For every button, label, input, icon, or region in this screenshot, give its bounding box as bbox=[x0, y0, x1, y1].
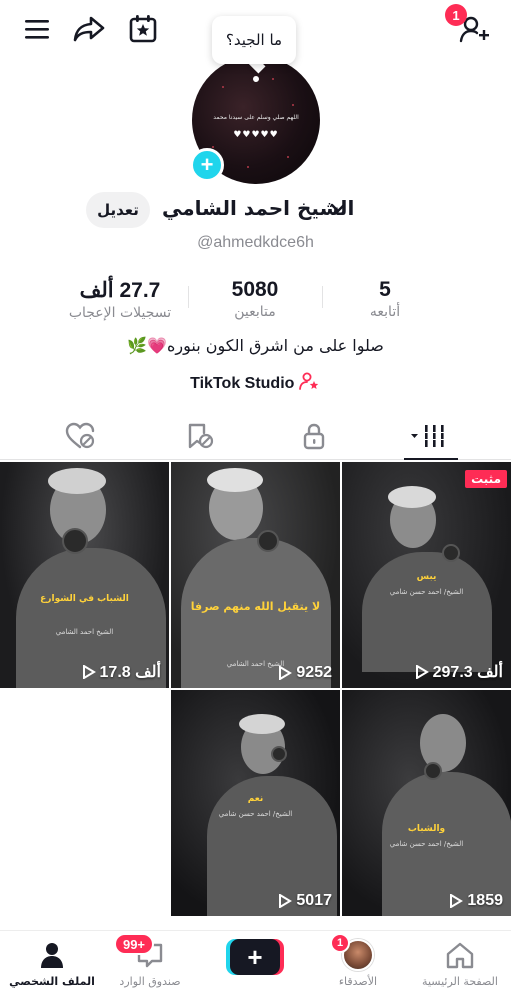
hamburger-icon[interactable] bbox=[20, 12, 54, 46]
share-icon[interactable] bbox=[72, 12, 106, 46]
nav-friends-label: الأصدقاء bbox=[338, 975, 378, 988]
view-count: 9252 bbox=[171, 664, 332, 682]
display-name[interactable]: الشيخ احمد الشامي bbox=[162, 196, 354, 220]
add-avatar-button[interactable]: + bbox=[190, 148, 224, 182]
username-handle: @ahmedkdce6h bbox=[197, 234, 314, 251]
video-subcaption: الشيخ/ احمد حسن شامي bbox=[218, 810, 293, 818]
tab-favorites[interactable] bbox=[180, 420, 220, 452]
view-count-text: 9252 bbox=[296, 664, 332, 681]
play-icon bbox=[279, 894, 293, 908]
following-count: 5 bbox=[379, 278, 391, 301]
following-label: أتابعه bbox=[369, 304, 401, 320]
followers-label: متابعين bbox=[234, 304, 276, 320]
view-count-text: 5017 bbox=[296, 892, 332, 909]
likes-stat[interactable]: 27.7 ألف تسجيلات الإعجاب bbox=[60, 278, 180, 321]
play-icon bbox=[279, 666, 293, 680]
avatar-caption: اللهم صلي وسلم على سيدنا محمد bbox=[213, 114, 299, 121]
video-thumbnail[interactable]: الشباب في الشوارع الشيخ احمد الشامي 17.8… bbox=[0, 462, 169, 688]
video-thumbnail[interactable]: لا يتقبل الله منهم صرفا الشيخ احمد الشام… bbox=[171, 462, 340, 688]
tiktok-studio-link[interactable]: TikTok Studio bbox=[0, 372, 511, 393]
following-stat[interactable]: 5 أتابعه bbox=[345, 278, 425, 320]
inbox-badge: 99+ bbox=[114, 933, 154, 955]
grid-icon bbox=[411, 425, 444, 447]
video-caption: يبس bbox=[416, 572, 437, 582]
tab-private[interactable] bbox=[294, 420, 334, 452]
avatar-hearts: ♥♥♥♥♥ bbox=[233, 130, 279, 140]
lock-icon bbox=[303, 423, 325, 450]
video-thumbnail[interactable]: نعم الشيخ/ احمد حسن شامي 5017 bbox=[171, 690, 340, 916]
stat-divider bbox=[322, 286, 323, 308]
followers-count: 5080 bbox=[231, 278, 279, 301]
name-row: تعديل الشيخ احمد الشامي bbox=[0, 192, 511, 232]
profile-stats: 27.7 ألف تسجيلات الإعجاب 5080 متابعين 5 … bbox=[0, 278, 511, 328]
view-count: 17.8 ألف bbox=[0, 662, 161, 682]
play-icon bbox=[415, 665, 429, 679]
nav-profile-label: الملف الشخصي bbox=[9, 975, 95, 988]
likes-count: 27.7 ألف bbox=[79, 279, 161, 302]
profile-bio[interactable]: صلوا على من اشرق الكون بنوره💗🌿 bbox=[0, 336, 511, 355]
likes-label: تسجيلات الإعجاب bbox=[68, 305, 172, 321]
followers-stat[interactable]: 5080 متابعين bbox=[205, 278, 305, 320]
active-tab-indicator bbox=[404, 458, 458, 460]
profile-tabs bbox=[0, 412, 511, 460]
home-icon bbox=[446, 942, 474, 969]
view-count: 297.3 ألف bbox=[342, 662, 503, 682]
video-thumbnail[interactable]: والشباب الشيخ/ احمد حسن شامي 1859 bbox=[342, 690, 511, 916]
view-count: 5017 bbox=[171, 892, 332, 910]
video-caption: نعم bbox=[247, 794, 264, 804]
video-subcaption: الشيخ/ احمد حسن شامي bbox=[389, 588, 464, 596]
bookmark-hidden-icon bbox=[188, 423, 214, 449]
nav-inbox-label: صندوق الوارد bbox=[119, 975, 181, 988]
nav-friends[interactable]: 1 الأصدقاء bbox=[308, 933, 408, 988]
play-icon bbox=[450, 894, 464, 908]
edit-profile-button[interactable]: تعديل bbox=[86, 192, 150, 228]
video-caption: الشباب في الشوارع bbox=[40, 594, 129, 604]
calendar-star-icon[interactable] bbox=[126, 12, 160, 46]
add-friend-button[interactable]: 1 bbox=[445, 4, 491, 46]
view-count-text: 297.3 ألف bbox=[432, 664, 503, 681]
view-count: 1859 bbox=[342, 892, 503, 910]
video-caption: والشباب bbox=[407, 824, 446, 834]
friends-badge: 1 bbox=[330, 933, 350, 953]
profile-icon bbox=[41, 943, 63, 968]
studio-person-icon bbox=[298, 372, 319, 390]
nav-home-label: الصفحة الرئيسية bbox=[422, 975, 498, 988]
pinned-badge: مثبت bbox=[465, 470, 507, 488]
video-subcaption: الشيخ احمد الشامي bbox=[55, 628, 114, 636]
nav-profile[interactable]: الملف الشخصي bbox=[2, 937, 102, 988]
video-caption: لا يتقبل الله منهم صرفا bbox=[190, 600, 321, 613]
video-thumbnail[interactable]: يبس الشيخ/ احمد حسن شامي مثبت 297.3 ألف bbox=[342, 462, 511, 688]
plus-icon: + bbox=[230, 939, 280, 975]
play-icon bbox=[82, 665, 96, 679]
tab-videos[interactable] bbox=[406, 420, 456, 452]
video-subcaption: الشيخ/ احمد حسن شامي bbox=[389, 840, 464, 848]
stat-divider bbox=[188, 286, 189, 308]
bubble-dot bbox=[253, 76, 259, 82]
create-button[interactable]: + bbox=[226, 939, 284, 975]
view-count-text: 17.8 ألف bbox=[99, 664, 161, 681]
add-friend-badge: 1 bbox=[445, 4, 467, 26]
studio-label: TikTok Studio bbox=[190, 375, 295, 392]
view-count-text: 1859 bbox=[467, 892, 503, 909]
chevron-down-icon[interactable] bbox=[330, 202, 346, 214]
nav-home[interactable]: الصفحة الرئيسية bbox=[410, 937, 510, 988]
bottom-navigation: الصفحة الرئيسية 1 الأصدقاء + 99+ صندوق ا… bbox=[0, 930, 511, 1000]
status-bubble[interactable]: ما الجيد؟ bbox=[212, 16, 296, 64]
nav-inbox[interactable]: 99+ صندوق الوارد bbox=[100, 933, 200, 988]
tab-liked[interactable] bbox=[60, 420, 100, 452]
heart-hidden-icon bbox=[65, 422, 95, 449]
